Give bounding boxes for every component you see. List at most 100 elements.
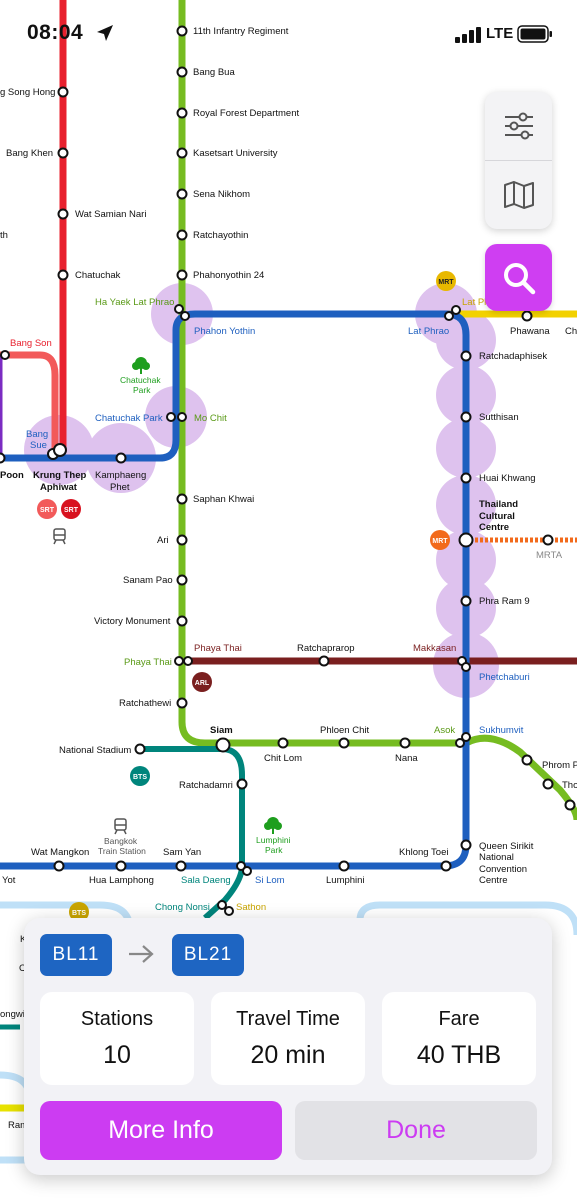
bts-badge-label: BTS bbox=[72, 910, 86, 917]
station-label: Convention bbox=[479, 864, 527, 875]
park-label: Park bbox=[265, 845, 283, 855]
park-label: Park bbox=[133, 385, 151, 395]
filter-button[interactable] bbox=[485, 92, 552, 161]
srt-badge-label: SRT bbox=[64, 507, 79, 514]
station-label: Sukhumvit bbox=[479, 725, 524, 736]
station-label: Yot bbox=[2, 875, 16, 886]
station-label: Phahon Yothin bbox=[194, 326, 255, 337]
station-label: Kasetsart University bbox=[193, 148, 278, 159]
stat-value: 20 min bbox=[250, 1041, 326, 1069]
map-style-button[interactable] bbox=[485, 161, 552, 229]
station-label: Chong Nonsi bbox=[155, 902, 210, 913]
station-label: Phet bbox=[110, 482, 130, 493]
station-label: MRTA bbox=[536, 550, 563, 561]
station-label: Ratchaprarop bbox=[297, 643, 355, 654]
interchange-dots[interactable] bbox=[0, 304, 474, 916]
battery-icon bbox=[517, 25, 552, 43]
station-label: Phaya Thai bbox=[194, 643, 242, 654]
mrt-badge-label: MRT bbox=[438, 279, 454, 286]
location-arrow-icon bbox=[97, 25, 113, 41]
station-label: Queen Sirikit bbox=[479, 841, 534, 852]
station-label: Sue bbox=[30, 440, 47, 451]
station-label: Phawana bbox=[510, 326, 550, 337]
station-label: Chit Lom bbox=[264, 753, 302, 764]
station-label: Royal Forest Department bbox=[193, 108, 299, 119]
station-label: Aphiwat bbox=[40, 482, 78, 493]
station-label: Victory Monument bbox=[94, 616, 171, 627]
station-label: Ari bbox=[157, 535, 169, 546]
done-button[interactable]: Done bbox=[295, 1101, 537, 1160]
arrow-right-icon bbox=[129, 945, 154, 963]
station-label: Khlong Toei bbox=[399, 847, 448, 858]
train-icon bbox=[53, 528, 66, 545]
station-label: Phrom P bbox=[542, 760, 577, 771]
station-label: th bbox=[0, 230, 8, 241]
station-label: Sutthisan bbox=[479, 412, 519, 423]
station-label: g Song Hong bbox=[0, 87, 55, 98]
station-label: Sala Daeng bbox=[181, 875, 231, 886]
station-label: Sathon bbox=[236, 902, 266, 913]
station-label: Sam Yan bbox=[163, 847, 201, 858]
interchange-halos bbox=[24, 283, 499, 698]
station-label: Makkasan bbox=[413, 643, 456, 654]
station-label: Ratchadamri bbox=[179, 780, 233, 791]
tree-icon bbox=[132, 357, 150, 374]
station-label: National Stadium bbox=[59, 745, 131, 756]
stat-label: Fare bbox=[438, 1008, 480, 1030]
station-label: Ratchayothin bbox=[193, 230, 248, 241]
from-station-code[interactable]: BL11 bbox=[40, 934, 112, 976]
fare-stat: Fare 40 THB bbox=[382, 992, 536, 1085]
station-label: Chatuchak bbox=[75, 270, 121, 281]
stat-label: Stations bbox=[80, 1008, 154, 1030]
stations-stat: Stations 10 bbox=[40, 992, 194, 1085]
station-label: Sena Nikhom bbox=[193, 189, 250, 200]
park-label: Lumphini bbox=[256, 835, 291, 845]
station-label: Centre bbox=[479, 875, 508, 886]
station-label: Bang bbox=[26, 429, 48, 440]
srt-badge-label: SRT bbox=[40, 507, 55, 514]
station-label: Huai Khwang bbox=[479, 473, 536, 484]
station-label: Thailand bbox=[479, 499, 518, 510]
more-info-button[interactable]: More Info bbox=[40, 1101, 282, 1160]
station-label: Ratchathewi bbox=[119, 698, 171, 709]
stat-value: 40 THB bbox=[416, 1041, 502, 1069]
route-summary-panel: BL11 BL21 Stations 10 Travel Time 20 min… bbox=[24, 918, 552, 1175]
bts-badge-label: BTS bbox=[133, 774, 147, 781]
station-label: Kamphaeng bbox=[95, 470, 146, 481]
station-label: Mo Chit bbox=[194, 413, 227, 424]
station-label: Train Station bbox=[98, 846, 146, 856]
station-label: Chatuchak Park bbox=[95, 413, 163, 424]
station-label: Si Lom bbox=[255, 875, 285, 886]
station-label: Bang Bua bbox=[193, 67, 235, 78]
signal-icon bbox=[455, 27, 481, 43]
stat-value: 10 bbox=[103, 1041, 131, 1069]
station-label: Hua Lamphong bbox=[89, 875, 154, 886]
station-label: Lat Pl bbox=[462, 297, 486, 308]
srt-red-line bbox=[0, 0, 67, 460]
stat-label: Travel Time bbox=[236, 1008, 340, 1030]
station-label: Saphan Khwai bbox=[193, 494, 254, 505]
station-label: Nana bbox=[395, 753, 418, 764]
network-type: LTE bbox=[486, 25, 514, 42]
station-label: Centre bbox=[479, 522, 509, 533]
search-button[interactable] bbox=[485, 244, 552, 311]
station-label: Tho bbox=[562, 780, 577, 791]
station-label: Bangkok bbox=[104, 836, 138, 846]
line-badges: MRT MRT SRT SRT ARL BTS BTS bbox=[37, 271, 456, 922]
mrt-badge-label: MRT bbox=[432, 538, 448, 545]
tree-icon bbox=[264, 817, 282, 834]
to-station-code[interactable]: BL21 bbox=[172, 934, 244, 976]
silom-line bbox=[140, 746, 245, 921]
station-label: Phaya Thai bbox=[124, 657, 172, 668]
mrt-blue-line bbox=[0, 310, 470, 870]
station-label: Sanam Pao bbox=[123, 575, 173, 586]
map-icon bbox=[503, 181, 534, 209]
station-label: Phahonyothin 24 bbox=[193, 270, 264, 281]
station-label: Phra Ram 9 bbox=[479, 596, 530, 607]
search-icon bbox=[503, 262, 535, 294]
arl-badge-label: ARL bbox=[195, 680, 210, 687]
status-bar: 08:04 LTE bbox=[0, 0, 577, 64]
station-label: Asok bbox=[434, 725, 455, 736]
station-label: Lumphini bbox=[326, 875, 365, 886]
station-label: Krung Thep bbox=[33, 470, 86, 481]
